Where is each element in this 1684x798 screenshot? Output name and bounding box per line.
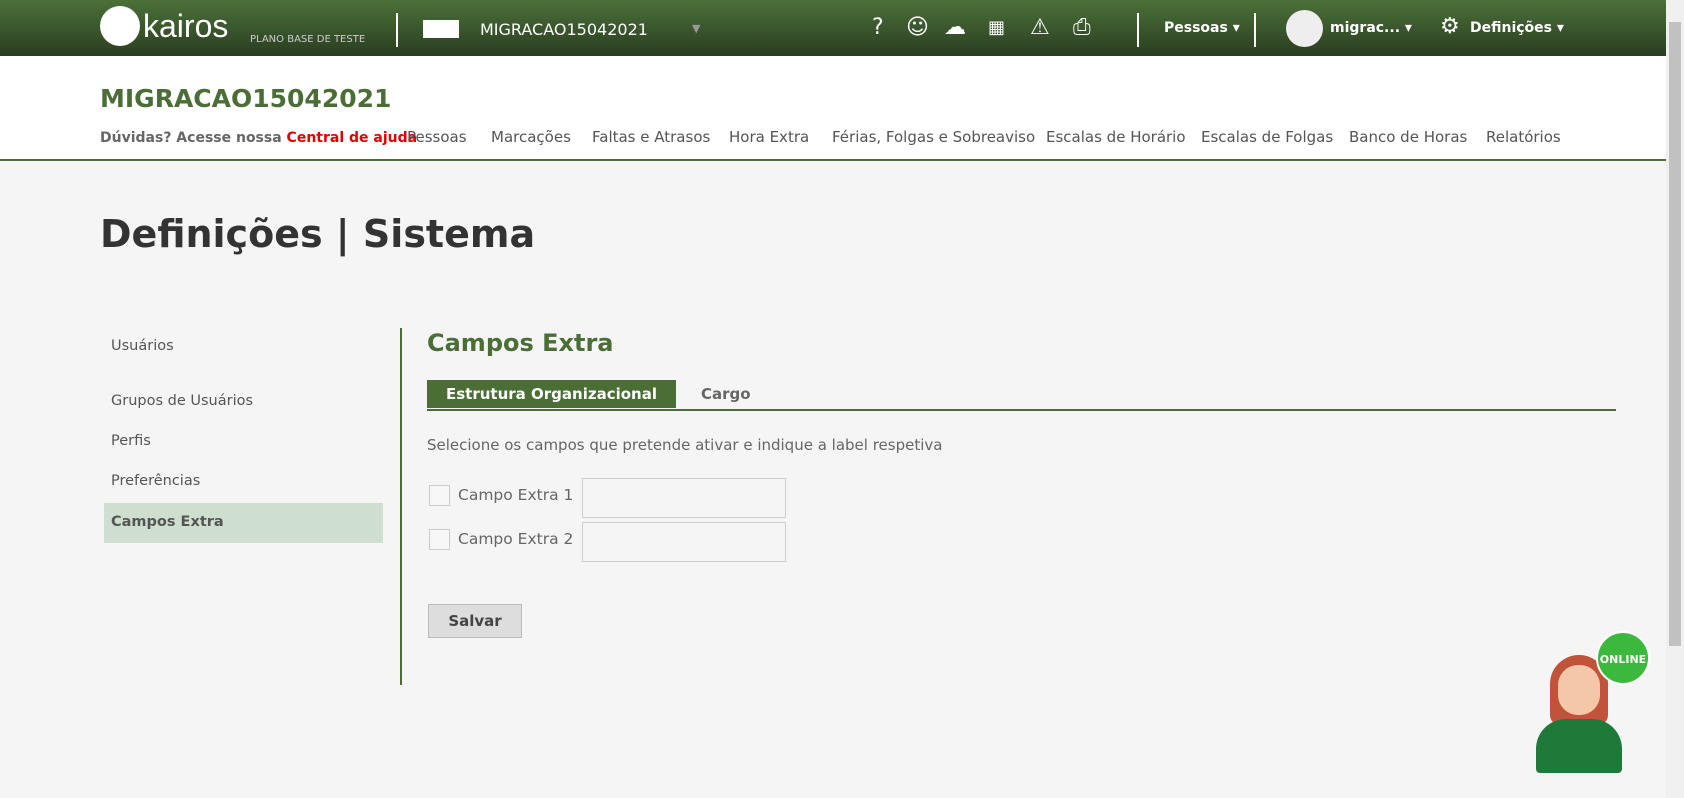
help-text: Dúvidas? Acesse nossa Central de ajuda — [100, 130, 417, 146]
tab-underline — [427, 409, 1616, 411]
nav-relatorios[interactable]: Relatórios — [1486, 128, 1561, 146]
nav-faltas[interactable]: Faltas e Atrasos — [592, 128, 710, 146]
online-badge[interactable]: ONLINE — [1596, 631, 1650, 685]
campo-extra-1-input[interactable] — [582, 478, 786, 518]
description: Selecione os campos que pretende ativar … — [427, 436, 943, 454]
kairos-logo-icon[interactable] — [100, 6, 140, 46]
nav-pessoas[interactable]: Pessoas — [407, 128, 467, 146]
nav-escalas-folgas[interactable]: Escalas de Folgas — [1201, 128, 1333, 146]
pessoas-label: Pessoas — [1164, 20, 1228, 36]
campo-extra-2-checkbox[interactable] — [429, 529, 450, 550]
nav-marcacoes[interactable]: Marcações — [491, 128, 571, 146]
definicoes-label: Definições — [1470, 20, 1553, 36]
nav-hora-extra[interactable]: Hora Extra — [729, 128, 809, 146]
warning-icon[interactable]: ⚠ — [1030, 16, 1050, 40]
save-button[interactable]: Salvar — [428, 604, 522, 638]
logo-text: kairos — [143, 8, 229, 44]
nav-escalas-horario[interactable]: Escalas de Horário — [1046, 128, 1186, 146]
nav-banco-horas[interactable]: Banco de Horas — [1349, 128, 1467, 146]
page-title: Definições | Sistema — [100, 212, 536, 256]
chevron-down-icon[interactable]: ▼ — [692, 22, 700, 35]
plan-label: PLANO BASE DE TESTE — [250, 34, 366, 45]
campo-extra-1-checkbox[interactable] — [429, 485, 450, 506]
company-grid-icon — [423, 20, 459, 38]
pessoas-menu[interactable]: Pessoas ▾ — [1164, 20, 1240, 36]
header: MIGRACAO15042021 Dúvidas? Acesse nossa C… — [0, 56, 1666, 161]
inbox-icon[interactable]: ⎙ — [1073, 16, 1091, 40]
company-title: MIGRACAO15042021 — [100, 84, 392, 113]
user-name: migrac... — [1330, 20, 1401, 36]
sidebar-item-usuarios[interactable]: Usuários — [111, 338, 174, 354]
sidebar-active-label: Campos Extra — [111, 514, 224, 530]
support-chat-icon[interactable]: ☺ — [906, 16, 929, 40]
tab-estrutura[interactable]: Estrutura Organizacional — [427, 380, 676, 408]
user-menu[interactable]: migrac... ▾ — [1330, 20, 1412, 36]
sidebar-item-preferencias[interactable]: Preferências — [111, 473, 200, 489]
sidebar-item-campos-extra[interactable]: Campos Extra — [104, 503, 383, 543]
campo-extra-1-label: Campo Extra 1 — [458, 486, 574, 504]
cloud-download-icon[interactable]: ☁ — [944, 16, 966, 40]
scrollbar[interactable] — [1666, 0, 1684, 798]
definicoes-menu[interactable]: Definições ▾ — [1470, 20, 1564, 36]
help-prefix: Dúvidas? Acesse nossa — [100, 130, 282, 146]
top-bar: kairos PLANO BASE DE TESTE MIGRACAO15042… — [0, 0, 1666, 56]
sidebar-item-perfis[interactable]: Perfis — [111, 433, 151, 449]
help-icon[interactable]: ? — [872, 16, 884, 40]
sidebar-item-grupos[interactable]: Grupos de Usuários — [111, 393, 253, 409]
section-title: Campos Extra — [427, 329, 614, 357]
calculator-icon[interactable]: ▦ — [988, 16, 1005, 40]
divider — [400, 328, 402, 685]
nav-ferias[interactable]: Férias, Folgas e Sobreaviso — [832, 128, 1035, 146]
help-center-link[interactable]: Central de ajuda — [287, 130, 418, 146]
campo-extra-2-label: Campo Extra 2 — [458, 530, 574, 548]
tab-cargo[interactable]: Cargo — [701, 380, 751, 408]
avatar[interactable] — [1286, 10, 1323, 47]
campo-extra-2-input[interactable] — [582, 522, 786, 562]
company-selector[interactable]: MIGRACAO15042021 — [480, 20, 648, 39]
scrollbar-thumb[interactable] — [1669, 22, 1681, 646]
gear-icon[interactable]: ⚙ — [1440, 15, 1460, 39]
